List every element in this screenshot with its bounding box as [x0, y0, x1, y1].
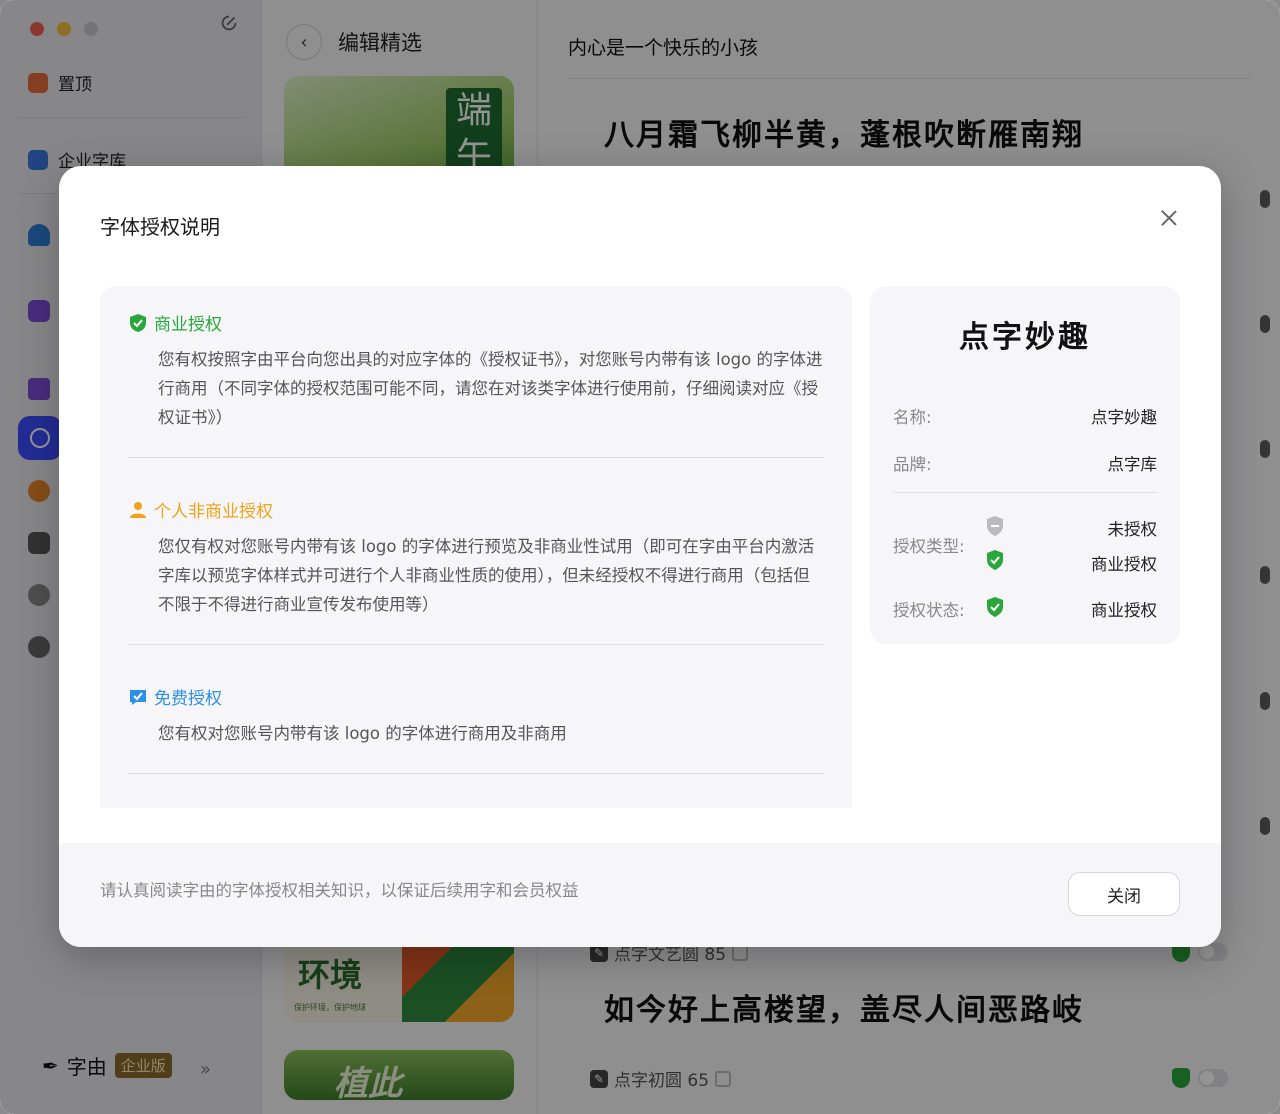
- font-name-row: 名称: 点字妙趣: [893, 404, 1157, 428]
- font-info-card: 点字妙趣 名称: 点字妙趣 品牌: 点字库 授权类型: 未授权 商业授权 授权状…: [870, 286, 1180, 644]
- dialog-footer: 请认真阅读字由的字体授权相关知识，以保证后续用字和会员权益 关闭: [59, 843, 1221, 947]
- brand-label: 品牌:: [893, 455, 932, 474]
- license-type-value: 未授权: [1107, 520, 1158, 539]
- app-window: 置顶 企业字库 ✒ 字由 企业版 » ‹ 编辑精选 端午 环境 保护环境，保护地…: [0, 0, 1280, 1114]
- license-personal: 个人非商业授权 您仅有权对您账号内带有该 logo 的字体进行预览及非商业性试用…: [128, 497, 824, 619]
- name-value: 点字妙趣: [1091, 408, 1157, 427]
- license-title: 商业授权: [154, 315, 222, 335]
- dialog-title: 字体授权说明: [100, 215, 220, 239]
- person-icon: [130, 501, 146, 518]
- name-label: 名称:: [893, 408, 932, 427]
- license-description: 您有权按照字由平台向您出具的对应字体的《授权证书》，对您账号内带有该 logo …: [158, 350, 823, 427]
- license-type-value: 商业授权: [1091, 555, 1157, 574]
- font-brand-row: 品牌: 点字库: [893, 451, 1157, 475]
- license-title: 个人非商业授权: [154, 502, 273, 522]
- license-commercial: 商业授权 您有权按照字由平台向您出具的对应字体的《授权证书》，对您账号内带有该 …: [128, 310, 824, 432]
- close-icon[interactable]: [1157, 206, 1181, 230]
- divider: [128, 457, 824, 458]
- brand-value: 点字库: [1107, 455, 1158, 474]
- license-type-label: 授权类型:: [893, 537, 965, 556]
- shield-check-icon: [987, 550, 1003, 570]
- license-explanations: 商业授权 您有权按照字由平台向您出具的对应字体的《授权证书》，对您账号内带有该 …: [100, 286, 852, 808]
- font-preview: 点字妙趣: [959, 320, 1091, 355]
- divider: [128, 773, 824, 774]
- license-description: 您仅有权对您账号内带有该 logo 的字体进行预览及非商业性试用（即可在字由平台…: [158, 537, 815, 614]
- close-button[interactable]: 关闭: [1068, 872, 1180, 916]
- license-status-label: 授权状态:: [893, 601, 965, 620]
- footer-notice: 请认真阅读字由的字体授权相关知识，以保证后续用字和会员权益: [100, 881, 579, 900]
- shield-check-icon: [130, 313, 146, 332]
- divider: [893, 492, 1157, 493]
- shield-check-icon: [987, 597, 1003, 617]
- shield-unlicensed-icon: [987, 516, 1003, 536]
- free-check-icon: [130, 689, 146, 705]
- divider: [128, 644, 824, 645]
- license-free: 免费授权 您有权对您账号内带有该 logo 的字体进行商用及非商用: [128, 684, 824, 748]
- license-status-value: 商业授权: [1091, 601, 1157, 620]
- license-title: 免费授权: [154, 689, 222, 709]
- license-dialog: 字体授权说明 商业授权 您有权按照字由平台向您出具的对应字体的《授权证书》，对您…: [59, 166, 1221, 947]
- license-description: 您有权对您账号内带有该 logo 的字体进行商用及非商用: [158, 724, 567, 743]
